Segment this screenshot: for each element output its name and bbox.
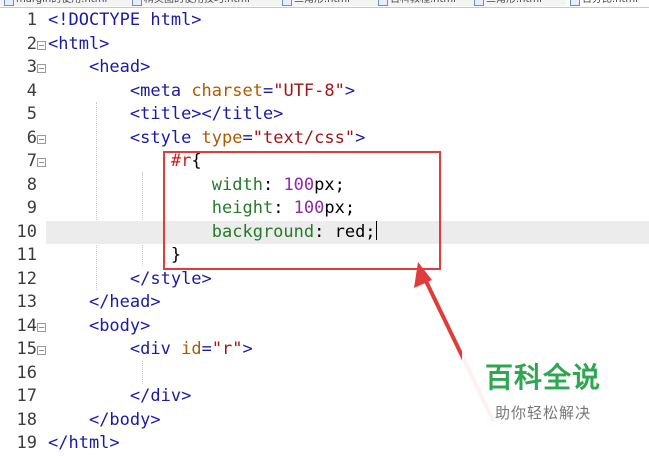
watermark-title: 百科全说 (484, 361, 601, 394)
watermark-subtitle: 助你轻松解决 (494, 404, 591, 422)
watermark: 百科全说 助你轻松解决 (462, 342, 624, 428)
